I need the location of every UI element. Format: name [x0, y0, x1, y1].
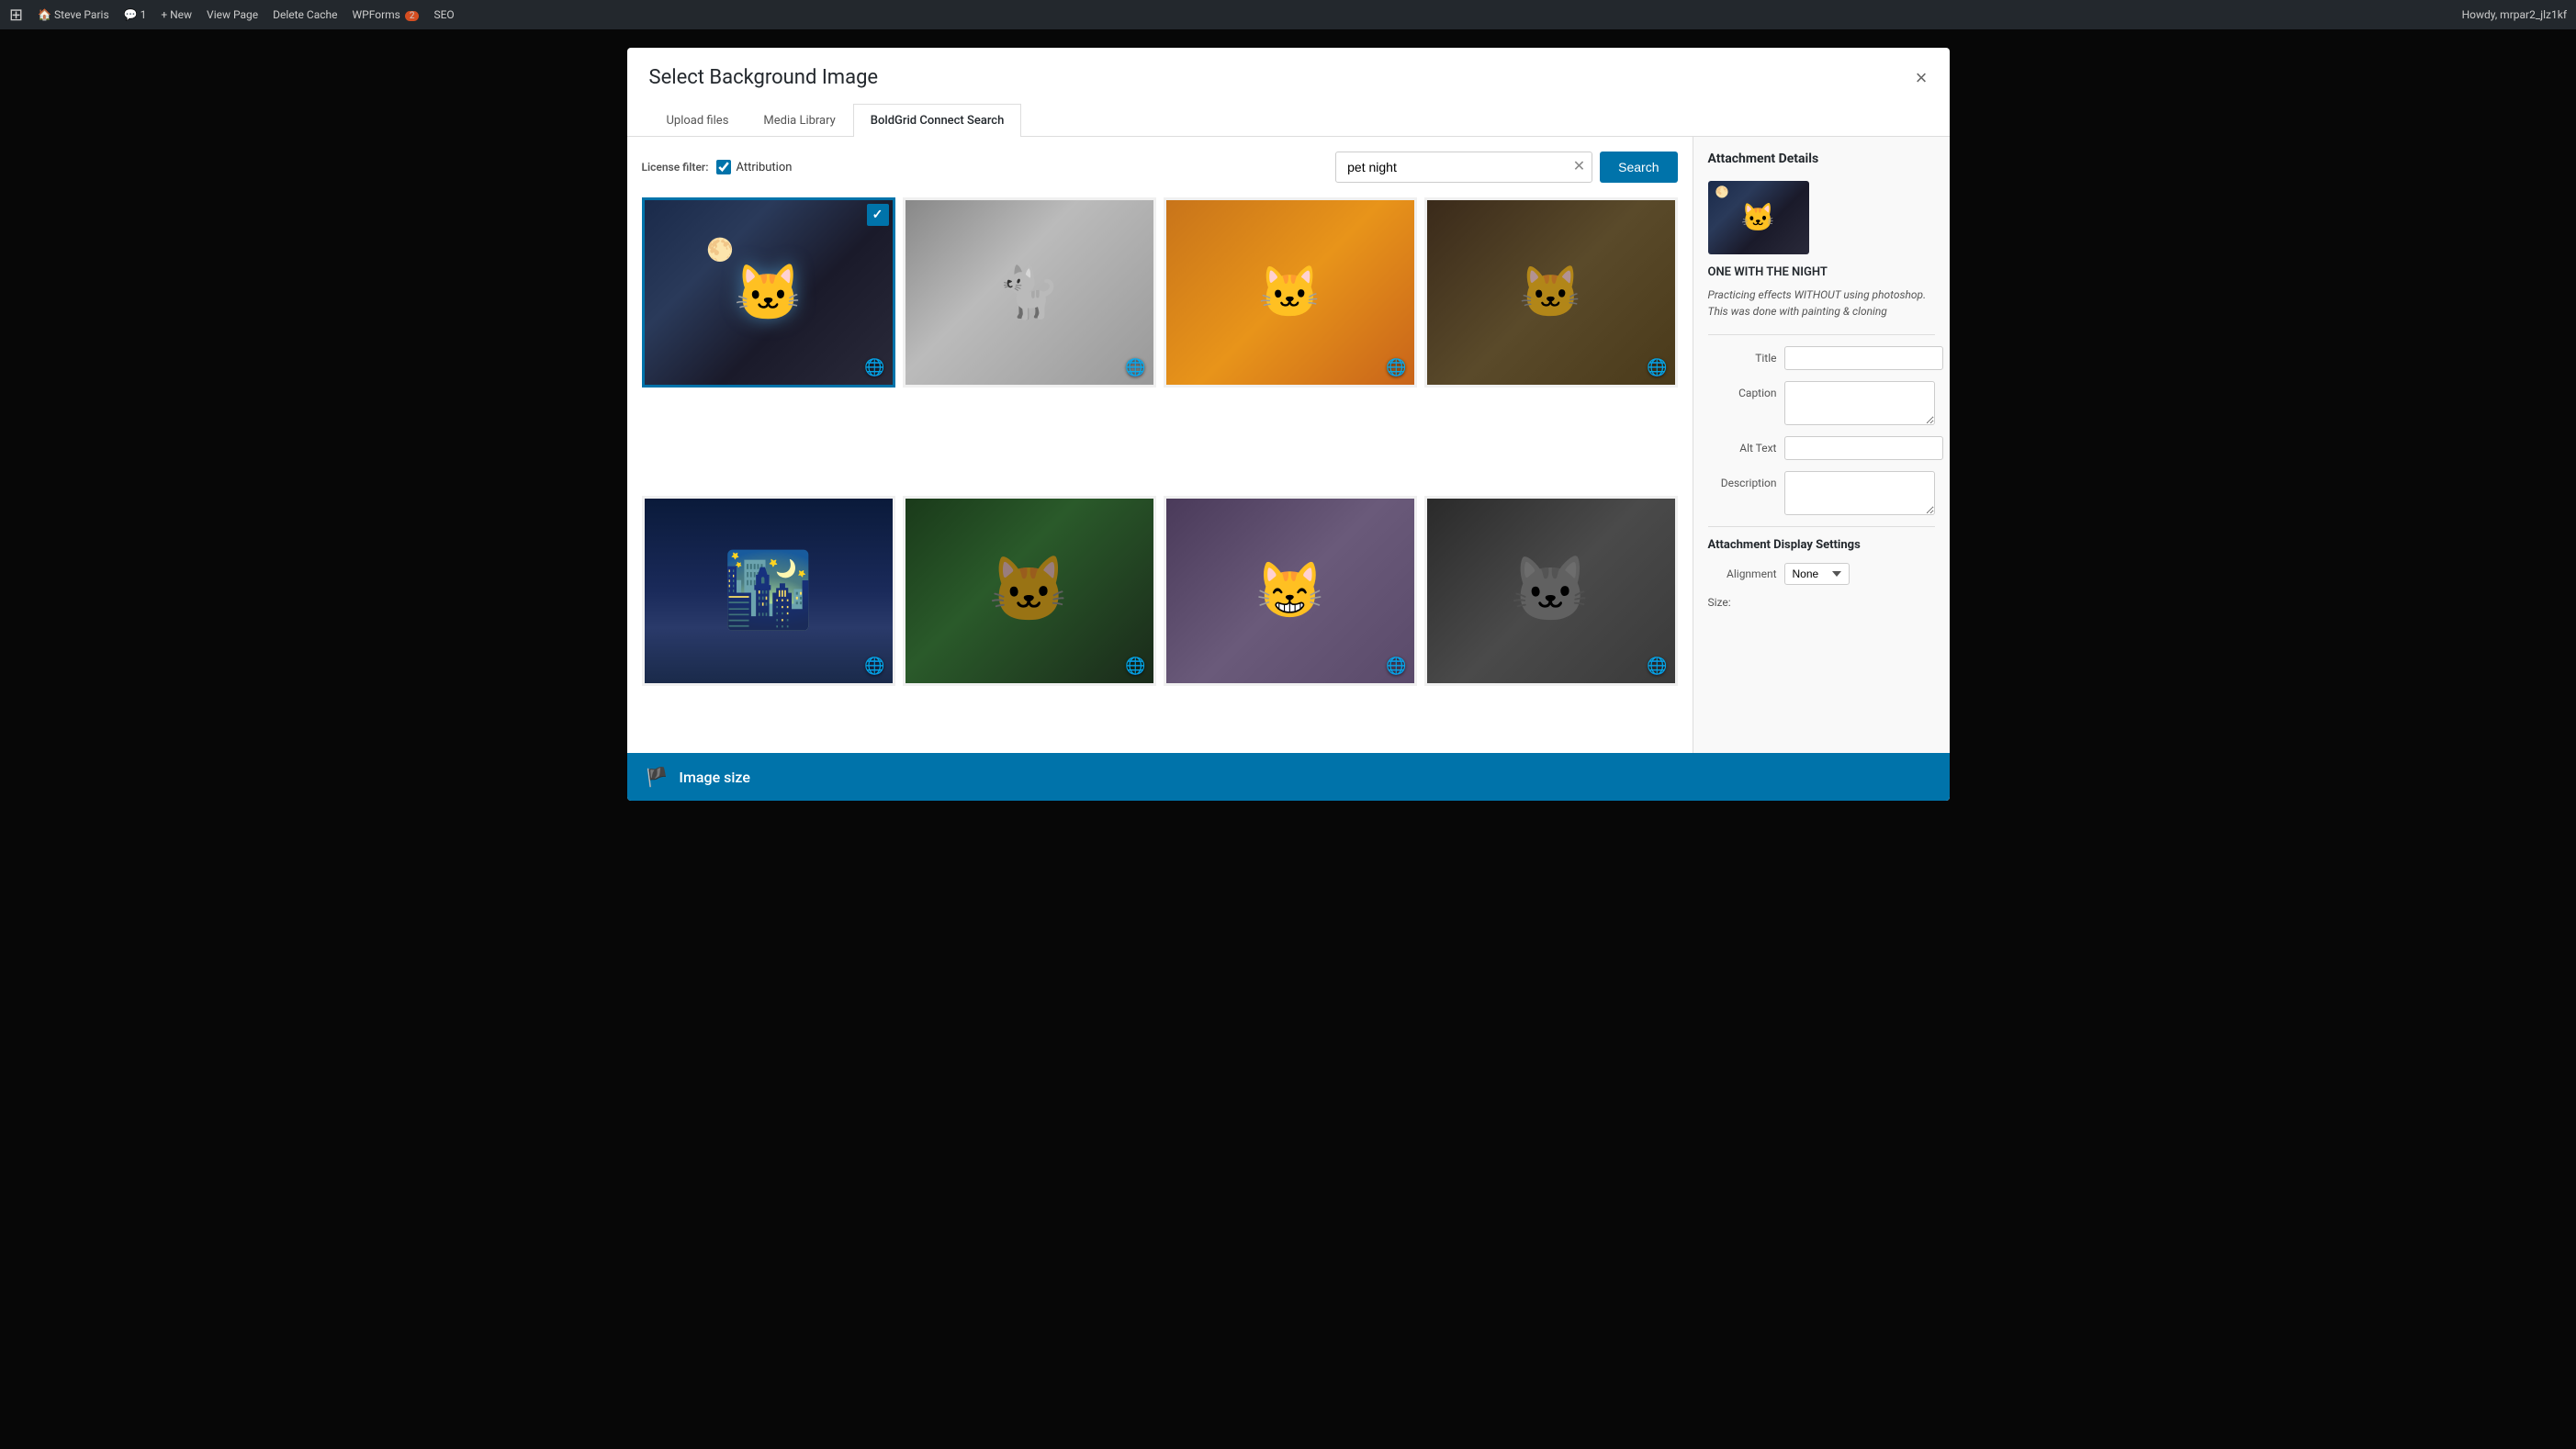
attribution-globe-icon: 🌐 — [864, 358, 884, 377]
tab-boldgrid-connect[interactable]: BoldGrid Connect Search — [853, 104, 1022, 137]
search-button[interactable]: Search — [1600, 152, 1677, 183]
modal-overlay: Select Background Image × Upload files M… — [0, 29, 2576, 1449]
clear-search-button[interactable]: ✕ — [1573, 160, 1585, 174]
alt-text-field-row: Alt Text — [1708, 436, 1935, 460]
display-settings-title: Attachment Display Settings — [1708, 538, 1935, 552]
modal-body: License filter: Attribution ✕ Search — [627, 137, 1950, 801]
attribution-globe-icon: 🌐 — [1386, 358, 1406, 377]
image-item[interactable]: 🌐 — [642, 496, 895, 686]
caption-label: Caption — [1708, 381, 1777, 399]
admin-bar-wpforms[interactable]: WPForms 2 — [353, 8, 420, 21]
alignment-row: Alignment None Left Center Right — [1708, 563, 1935, 585]
image-item[interactable]: 🌐 — [1164, 197, 1417, 388]
search-input-wrap: ✕ Search — [1335, 152, 1677, 183]
attribution-globe-icon: 🌐 — [1125, 657, 1145, 676]
admin-bar-seo[interactable]: SEO — [433, 8, 454, 21]
admin-bar-view-page[interactable]: View Page — [207, 8, 258, 21]
image-item[interactable]: 🌐 — [1424, 496, 1678, 686]
search-bar: License filter: Attribution ✕ Search — [642, 152, 1678, 183]
content-area: License filter: Attribution ✕ Search — [627, 137, 1693, 801]
tab-bar: Upload files Media Library BoldGrid Conn… — [649, 104, 1928, 136]
alignment-label: Alignment — [1708, 567, 1777, 580]
image-size-label: Image size — [679, 769, 750, 786]
image-grid: ✓ 🌐 🌐 🌐 🌐 — [642, 197, 1678, 786]
modal-title: Select Background Image — [649, 66, 1928, 89]
image-item[interactable]: 🌐 — [1424, 197, 1678, 388]
title-input[interactable] — [1784, 346, 1943, 370]
title-label: Title — [1708, 346, 1777, 365]
attachment-details-title: Attachment Details — [1708, 152, 1935, 166]
attribution-filter-wrap: Attribution — [716, 160, 793, 174]
modal-header: Select Background Image × Upload files M… — [627, 48, 1950, 137]
search-field: ✕ — [1335, 152, 1592, 183]
admin-bar-site[interactable]: 🏠 Steve Paris — [38, 8, 109, 21]
admin-bar-delete-cache[interactable]: Delete Cache — [273, 8, 337, 21]
admin-bar: ⊞ 🏠 Steve Paris 💬 1 + New View Page Dele… — [0, 0, 2576, 29]
tab-media-library[interactable]: Media Library — [746, 104, 852, 137]
wp-logo-icon[interactable]: ⊞ — [9, 6, 23, 25]
admin-bar-new[interactable]: + New — [161, 8, 192, 21]
image-item[interactable]: ✓ 🌐 — [642, 197, 895, 388]
flag-icon: 🏴 — [646, 766, 669, 788]
alt-text-label: Alt Text — [1708, 436, 1777, 455]
image-item[interactable]: 🌐 — [903, 197, 1156, 388]
attribution-globe-icon: 🌐 — [864, 657, 884, 676]
attachment-name: ONE WITH THE NIGHT — [1708, 265, 1935, 279]
attribution-globe-icon: 🌐 — [1386, 657, 1406, 676]
attribution-globe-icon: 🌐 — [1647, 358, 1667, 377]
description-input[interactable] — [1784, 471, 1935, 515]
modal-close-button[interactable]: × — [1908, 62, 1935, 94]
image-item[interactable]: 🌐 — [903, 496, 1156, 686]
wpforms-badge: 2 — [405, 11, 420, 21]
attribution-globe-icon: 🌐 — [1125, 358, 1145, 377]
attachment-description-text: Practicing effects WITHOUT using photosh… — [1708, 286, 1935, 320]
image-size-bar: 🏴 Image size — [627, 753, 1950, 801]
title-field-row: Title — [1708, 346, 1935, 370]
search-input[interactable] — [1335, 152, 1592, 183]
alt-text-input[interactable] — [1784, 436, 1943, 460]
divider-2 — [1708, 526, 1935, 527]
attribution-checkbox[interactable] — [716, 160, 731, 174]
attribution-globe-icon: 🌐 — [1647, 657, 1667, 676]
divider — [1708, 334, 1935, 335]
license-filter: License filter: Attribution — [642, 160, 793, 174]
caption-input[interactable] — [1784, 381, 1935, 425]
admin-bar-comments[interactable]: 💬 1 — [124, 8, 147, 21]
admin-bar-howdy: Howdy, mrpar2_jlz1kf — [2462, 8, 2567, 21]
selected-checkmark: ✓ — [867, 204, 889, 226]
right-panel: Attachment Details 🐱 ONE WITH THE NIGHT … — [1693, 137, 1950, 801]
size-label: Size: — [1708, 596, 1731, 609]
attribution-label: Attribution — [737, 161, 793, 174]
image-item[interactable]: 🌐 — [1164, 496, 1417, 686]
description-label: Description — [1708, 471, 1777, 489]
tab-upload-files[interactable]: Upload files — [649, 104, 747, 137]
attachment-thumbnail: 🐱 — [1708, 181, 1809, 254]
license-filter-label: License filter: — [642, 161, 709, 174]
size-row: Size: — [1708, 596, 1935, 609]
alignment-select[interactable]: None Left Center Right — [1784, 563, 1850, 585]
description-field-row: Description — [1708, 471, 1935, 515]
select-background-modal: Select Background Image × Upload files M… — [627, 48, 1950, 801]
caption-field-row: Caption — [1708, 381, 1935, 425]
